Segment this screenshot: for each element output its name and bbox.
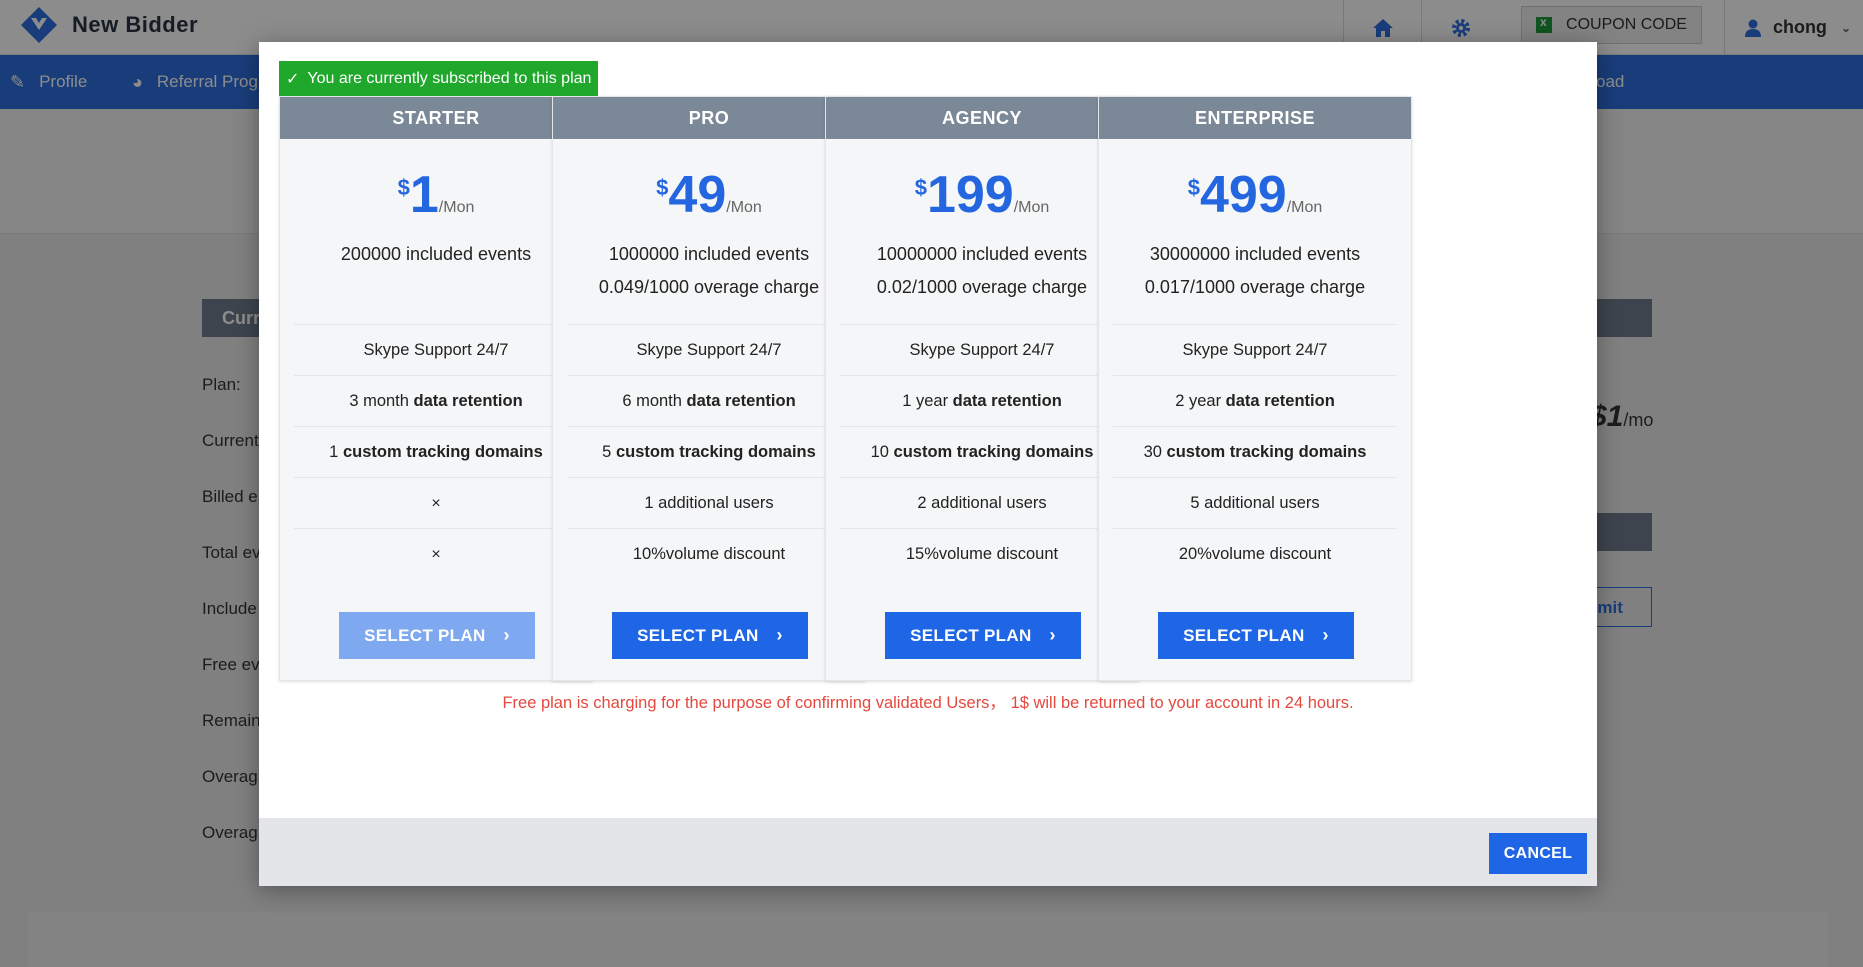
retention-duration: 1 year <box>902 392 949 410</box>
price-period: /Mon <box>438 199 475 216</box>
free-plan-notice: Free plan is charging for the purpose of… <box>502 694 1354 712</box>
domains-label: custom tracking domains <box>893 443 1094 461</box>
price-period: /Mon <box>1286 199 1323 216</box>
chevron-right-icon: › <box>1049 625 1056 645</box>
included-events: 200000 included events <box>340 244 532 264</box>
plan-selection-modal: ✓ You are currently subscribed to this p… <box>259 42 1597 886</box>
domains-label: custom tracking domains <box>1166 443 1367 461</box>
price-amount: 499 <box>1199 166 1287 224</box>
price-period: /Mon <box>1013 199 1050 216</box>
retention-duration: 3 month <box>349 392 409 410</box>
feature-discount: 10%volume discount <box>567 528 851 579</box>
retention-label: data retention <box>952 392 1062 410</box>
currency-symbol: $ <box>1187 175 1200 200</box>
check-icon: ✓ <box>286 70 300 88</box>
plan-name: PRO <box>553 97 865 139</box>
select-plan-label: SELECT PLAN <box>910 625 1032 645</box>
current-plan-badge-label: You are currently subscribed to this pla… <box>307 69 592 87</box>
feature-retention: 2 year data retention <box>1113 375 1397 426</box>
select-plan-label: SELECT PLAN <box>1183 625 1305 645</box>
currency-symbol: $ <box>397 175 410 200</box>
feature-support: Skype Support 24/7 <box>1113 324 1397 375</box>
feature-domains: 5 custom tracking domains <box>567 426 851 477</box>
retention-label: data retention <box>686 392 796 410</box>
plan-price: $49/Mon <box>553 139 865 234</box>
select-plan-button-agency[interactable]: SELECT PLAN › <box>885 612 1081 659</box>
retention-label: data retention <box>1225 392 1335 410</box>
domains-count: 10 <box>870 443 889 461</box>
select-plan-button-starter[interactable]: SELECT PLAN › <box>339 612 535 659</box>
included-events: 10000000 included events <box>876 244 1088 264</box>
select-plan-button-enterprise[interactable]: SELECT PLAN › <box>1158 612 1354 659</box>
plan-name: ENTERPRISE <box>1099 97 1411 139</box>
feature-users: 1 additional users <box>567 477 851 528</box>
domains-label: custom tracking domains <box>342 443 543 461</box>
select-plan-button-pro[interactable]: SELECT PLAN › <box>612 612 808 659</box>
feature-support: Skype Support 24/7 <box>567 324 851 375</box>
plan-price: $1/Mon <box>280 139 592 234</box>
plan-price: $199/Mon <box>826 139 1138 234</box>
plan-name: STARTER <box>280 97 592 139</box>
feature-users: 2 additional users <box>840 477 1124 528</box>
modal-footer: CANCEL <box>259 818 1597 886</box>
price-amount: 49 <box>668 166 727 224</box>
plan-events: 10000000 included events 0.02/1000 overa… <box>826 234 1138 324</box>
overage-charge: 0.02/1000 overage charge <box>876 277 1088 297</box>
chevron-right-icon: › <box>776 625 783 645</box>
domains-count: 1 <box>329 443 339 461</box>
retention-duration: 2 year <box>1175 392 1222 410</box>
plan-card-agency: AGENCY $199/Mon 10000000 included events… <box>825 96 1139 681</box>
feature-users: × <box>294 477 578 528</box>
price-amount: 1 <box>409 166 439 224</box>
select-plan-label: SELECT PLAN <box>364 625 486 645</box>
plan-price: $499/Mon <box>1099 139 1411 234</box>
feature-domains: 30 custom tracking domains <box>1113 426 1397 477</box>
plan-events: 200000 included events <box>280 234 592 324</box>
chevron-right-icon: › <box>503 625 510 645</box>
current-plan-badge: ✓ You are currently subscribed to this p… <box>279 61 599 96</box>
feature-support: Skype Support 24/7 <box>294 324 578 375</box>
cancel-button[interactable]: CANCEL <box>1489 833 1587 874</box>
feature-domains: 1 custom tracking domains <box>294 426 578 477</box>
feature-discount: 15%volume discount <box>840 528 1124 579</box>
plan-events: 30000000 included events 0.017/1000 over… <box>1099 234 1411 324</box>
overage-charge: 0.049/1000 overage charge <box>598 277 820 297</box>
price-period: /Mon <box>726 199 762 216</box>
feature-retention: 3 month data retention <box>294 375 578 426</box>
feature-retention: 6 month data retention <box>567 375 851 426</box>
retention-label: data retention <box>413 392 523 410</box>
currency-symbol: $ <box>914 175 927 200</box>
retention-duration: 6 month <box>622 392 682 410</box>
feature-discount: × <box>294 528 578 579</box>
feature-retention: 1 year data retention <box>840 375 1124 426</box>
included-events: 30000000 included events <box>1149 244 1361 264</box>
feature-users: 5 additional users <box>1113 477 1397 528</box>
feature-discount: 20%volume discount <box>1113 528 1397 579</box>
plan-card-pro: PRO $49/Mon 1000000 included events 0.04… <box>552 96 866 681</box>
plan-card-starter: STARTER $1/Mon 200000 included events Sk… <box>279 96 593 681</box>
price-amount: 199 <box>926 166 1014 224</box>
domains-label: custom tracking domains <box>615 443 816 461</box>
chevron-right-icon: › <box>1322 625 1329 645</box>
select-plan-label: SELECT PLAN <box>637 625 759 645</box>
plan-card-enterprise: ENTERPRISE $499/Mon 30000000 included ev… <box>1098 96 1412 681</box>
plan-events: 1000000 included events 0.049/1000 overa… <box>553 234 865 324</box>
overage-charge: 0.017/1000 overage charge <box>1144 277 1366 297</box>
domains-count: 5 <box>602 443 612 461</box>
feature-support: Skype Support 24/7 <box>840 324 1124 375</box>
domains-count: 30 <box>1143 443 1162 461</box>
feature-domains: 10 custom tracking domains <box>840 426 1124 477</box>
plan-name: AGENCY <box>826 97 1138 139</box>
included-events: 1000000 included events <box>608 244 810 264</box>
currency-symbol: $ <box>656 175 669 200</box>
